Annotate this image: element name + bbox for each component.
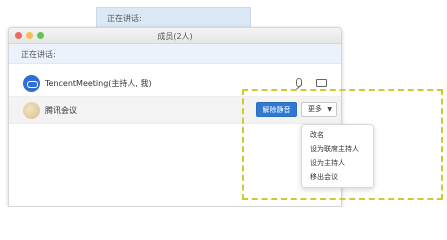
more-button-label: 更多 [308, 105, 322, 113]
menu-item-make-host[interactable]: 设为主持人 [302, 156, 373, 170]
background-speaking-label: 正在讲话: [107, 14, 142, 23]
more-dropdown-menu: 改名 设为联席主持人 设为主持人 移出会议 [301, 124, 374, 188]
mic-muted-icon[interactable] [295, 78, 302, 89]
menu-item-make-cohost[interactable]: 设为联席主持人 [302, 142, 373, 156]
members-window: 成员(2人) 正在讲话: TencentMeeting(主持人, 我) 腾讯会议… [8, 27, 342, 207]
menu-item-rename[interactable]: 改名 [302, 128, 373, 142]
menu-item-remove[interactable]: 移出会议 [302, 170, 373, 184]
participant-name: TencentMeeting(主持人, 我) [45, 79, 152, 88]
window-title: 成员(2人) [157, 32, 193, 41]
speaking-bar: 正在讲话: [9, 44, 341, 64]
window-titlebar: 成员(2人) [9, 28, 341, 44]
unmute-button[interactable]: 解除静音 [256, 102, 297, 117]
screenshot-stage: 正在讲话: 成员(2人) 正在讲话: TencentMeeting(主持人, 我… [0, 0, 447, 207]
participant-row-host[interactable]: TencentMeeting(主持人, 我) [9, 70, 341, 97]
more-button[interactable]: 更多 ▼ [301, 102, 337, 117]
camera-icon[interactable] [316, 79, 327, 87]
participant-name: 腾讯会议 [45, 106, 77, 115]
participant-avatar [23, 102, 40, 119]
tencent-meeting-avatar [23, 75, 40, 92]
speaking-label: 正在讲话: [21, 50, 56, 59]
participant-row-selected[interactable]: 腾讯会议 解除静音 更多 ▼ [9, 97, 341, 124]
caret-down-icon: ▼ [327, 106, 332, 113]
